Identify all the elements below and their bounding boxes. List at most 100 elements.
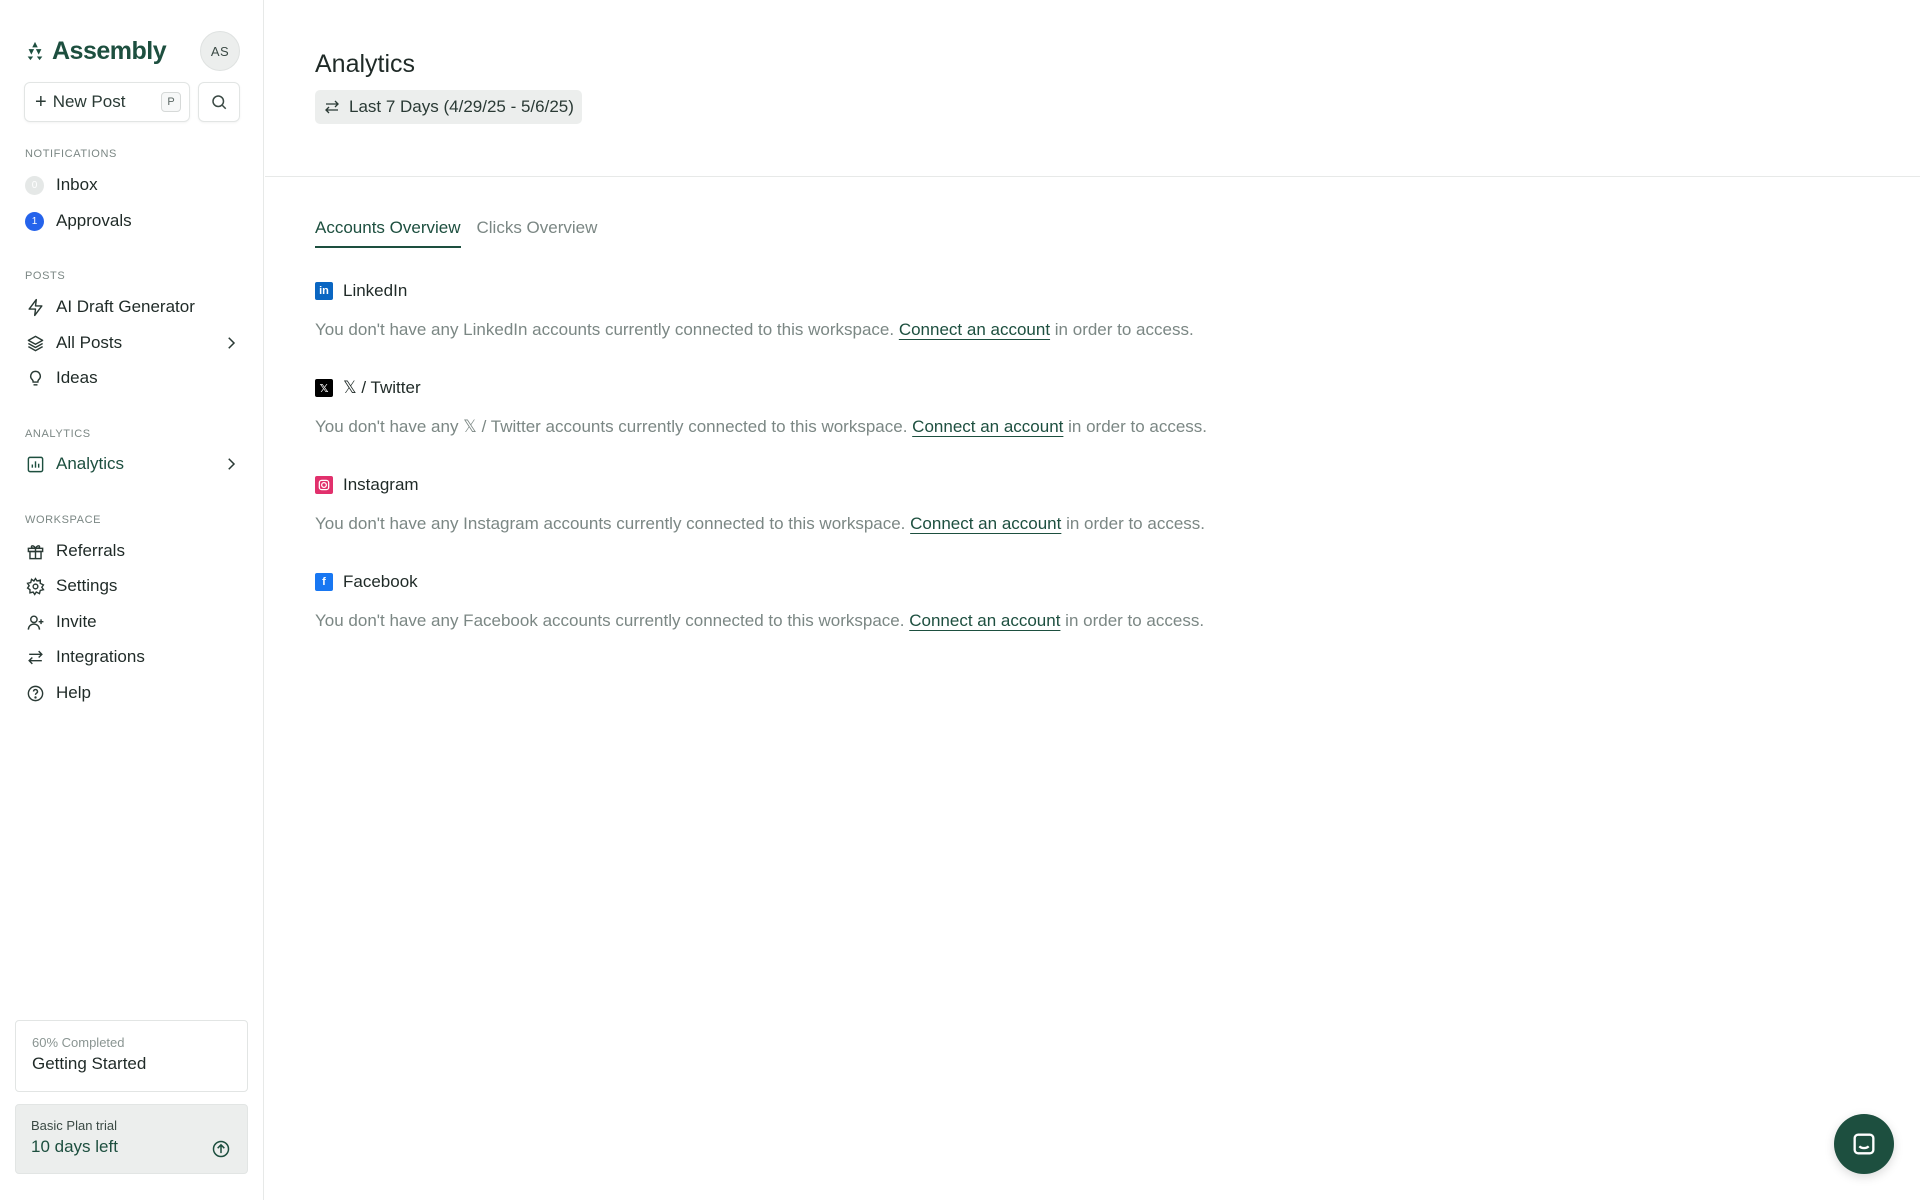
- gear-icon: [25, 576, 45, 596]
- chart-icon: [25, 454, 45, 474]
- chevron-right-icon: [228, 458, 236, 470]
- progress-percent: 60% Completed: [32, 1035, 125, 1050]
- layers-icon: [25, 333, 45, 353]
- account-header: Instagram: [315, 474, 1205, 496]
- account-name: 𝕏 / Twitter: [343, 378, 421, 397]
- sidebar-item-integrations[interactable]: Integrations: [25, 642, 240, 672]
- sidebar-item-label: Inbox: [56, 175, 98, 194]
- inbox-count-badge: 0: [25, 175, 44, 195]
- section-posts: POSTS: [25, 270, 66, 282]
- connect-account-link[interactable]: Connect an account: [899, 320, 1050, 339]
- connect-account-link[interactable]: Connect an account: [909, 611, 1060, 630]
- sidebar-item-referrals[interactable]: Referrals: [25, 536, 240, 566]
- progress-title: Getting Started: [32, 1054, 147, 1073]
- sidebar-item-label: Approvals: [56, 211, 132, 230]
- brand-row: Assembly AS: [24, 30, 240, 72]
- sidebar-item-label: Settings: [56, 576, 118, 595]
- lightbulb-icon: [25, 368, 45, 388]
- trial-remaining: 10 days left: [31, 1137, 118, 1156]
- arrows-exchange-icon: [25, 647, 45, 667]
- sidebar-item-ideas[interactable]: Ideas: [25, 363, 240, 393]
- chat-icon: [1853, 1133, 1875, 1155]
- tab-accounts-overview[interactable]: Accounts Overview: [315, 218, 461, 248]
- new-post-button[interactable]: + New Post P: [24, 82, 190, 122]
- brand-logo[interactable]: Assembly: [24, 36, 167, 66]
- user-plus-icon: [25, 612, 45, 632]
- main-content: Analytics Last 7 Days (4/29/25 - 5/6/25)…: [265, 0, 1920, 1200]
- sidebar-item-invite[interactable]: Invite: [25, 607, 240, 637]
- account-header: 𝕏 𝕏 / Twitter: [315, 377, 1207, 399]
- account-header: f Facebook: [315, 571, 1204, 593]
- search-button[interactable]: [198, 82, 240, 122]
- connect-account-link[interactable]: Connect an account: [910, 514, 1061, 533]
- sidebar-item-label: Referrals: [56, 541, 125, 560]
- new-post-label: New Post: [52, 92, 126, 111]
- account-section-instagram: Instagram You don't have any Instagram a…: [315, 474, 1205, 534]
- account-header: in LinkedIn: [315, 280, 1194, 302]
- chat-support-button[interactable]: [1834, 1114, 1894, 1174]
- facebook-icon: f: [315, 573, 333, 591]
- approvals-count-badge: 1: [25, 211, 44, 231]
- sidebar-item-all-posts[interactable]: All Posts: [25, 328, 240, 358]
- sidebar-item-label: AI Draft Generator: [56, 297, 195, 316]
- message-suffix: in order to access.: [1068, 417, 1208, 436]
- shortcut-key: P: [161, 92, 181, 112]
- message-suffix: in order to access.: [1066, 514, 1205, 533]
- instagram-icon: [315, 476, 333, 494]
- tab-clicks-overview[interactable]: Clicks Overview: [477, 218, 598, 248]
- sidebar-item-label: All Posts: [56, 333, 123, 352]
- sidebar-item-approvals[interactable]: 1 Approvals: [25, 206, 240, 236]
- message-suffix: in order to access.: [1065, 611, 1205, 630]
- account-message: You don't have any Facebook accounts cur…: [315, 611, 1204, 631]
- account-name: LinkedIn: [343, 281, 408, 300]
- linkedin-icon: in: [315, 282, 333, 300]
- new-post-row: + New Post P: [24, 82, 240, 122]
- account-section-twitter: 𝕏 𝕏 / Twitter You don't have any 𝕏 / Twi…: [315, 377, 1207, 437]
- account-name: Facebook: [343, 572, 418, 591]
- account-message: You don't have any Instagram accounts cu…: [315, 514, 1205, 534]
- message-text: You don't have any LinkedIn accounts cur…: [315, 320, 895, 339]
- section-notifications: NOTIFICATIONS: [25, 148, 117, 160]
- sidebar-item-inbox[interactable]: 0 Inbox: [25, 170, 240, 200]
- assembly-logo-icon: [27, 41, 43, 61]
- account-message: You don't have any 𝕏 / Twitter accounts …: [315, 417, 1207, 437]
- trial-plan: Basic Plan trial: [31, 1118, 117, 1133]
- sidebar-item-label: Ideas: [56, 368, 98, 387]
- gift-icon: [25, 541, 45, 561]
- message-text: You don't have any Instagram accounts cu…: [315, 514, 906, 533]
- plus-icon: +: [35, 91, 47, 113]
- sidebar-item-label: Help: [56, 683, 91, 702]
- avatar[interactable]: AS: [200, 31, 240, 71]
- section-workspace: WORKSPACE: [25, 514, 102, 526]
- search-icon: [212, 95, 227, 110]
- sidebar-item-help[interactable]: Help: [25, 678, 240, 708]
- lightning-icon: [25, 297, 45, 317]
- account-section-facebook: f Facebook You don't have any Facebook a…: [315, 571, 1204, 631]
- section-analytics: ANALYTICS: [25, 428, 91, 440]
- tab-bar: Accounts Overview Clicks Overview: [315, 218, 597, 248]
- sidebar-item-ai-draft[interactable]: AI Draft Generator: [25, 292, 240, 322]
- message-text: You don't have any Facebook accounts cur…: [315, 611, 905, 630]
- sidebar-item-settings[interactable]: Settings: [25, 571, 240, 601]
- sidebar-item-analytics[interactable]: Analytics: [25, 449, 240, 479]
- connect-account-link[interactable]: Connect an account: [912, 417, 1063, 436]
- x-twitter-icon: 𝕏: [315, 379, 333, 397]
- sidebar-item-label: Invite: [56, 612, 97, 631]
- trial-card[interactable]: Basic Plan trial 10 days left: [15, 1104, 248, 1174]
- upgrade-arrow-icon[interactable]: [211, 1139, 231, 1159]
- sidebar-item-label: Integrations: [56, 647, 145, 666]
- page-title: Analytics: [315, 50, 416, 78]
- account-name: Instagram: [343, 475, 419, 494]
- sidebar-item-label: Analytics: [56, 454, 125, 473]
- date-range-label: Last 7 Days (4/29/25 - 5/6/25): [349, 97, 574, 116]
- header-divider: [265, 176, 1920, 177]
- date-range-selector[interactable]: Last 7 Days (4/29/25 - 5/6/25): [315, 90, 582, 124]
- getting-started-card[interactable]: 60% Completed Getting Started: [15, 1020, 248, 1092]
- chevron-right-icon: [228, 337, 236, 349]
- arrows-exchange-icon: [325, 100, 339, 114]
- brand-name: Assembly: [52, 36, 167, 65]
- help-circle-icon: [25, 683, 45, 703]
- message-text: You don't have any 𝕏 / Twitter accounts …: [315, 417, 908, 436]
- account-section-linkedin: in LinkedIn You don't have any LinkedIn …: [315, 280, 1194, 340]
- message-suffix: in order to access.: [1054, 320, 1194, 339]
